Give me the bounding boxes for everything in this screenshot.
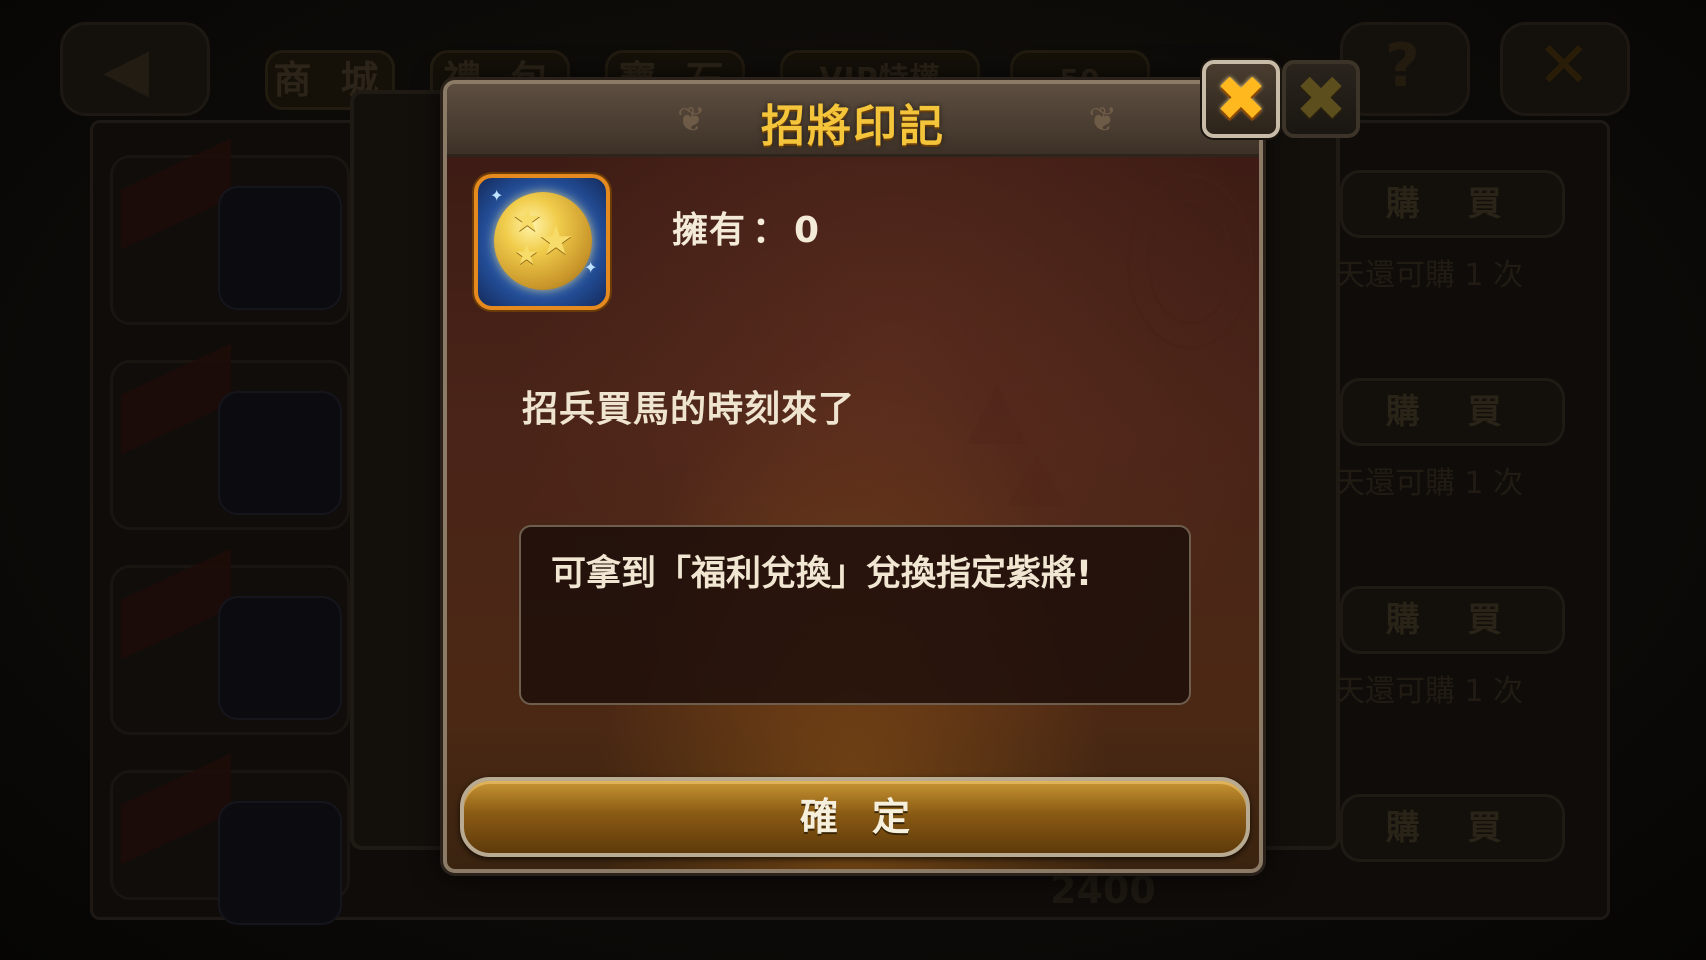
background-buy-button: 購 買	[1340, 378, 1565, 446]
sparkle-icon: ✦	[584, 258, 598, 277]
background-buy-note: 天還可購 1 次	[1335, 258, 1524, 293]
item-icon-frame: ★ ★ ★ ✦ ✦	[474, 174, 610, 310]
star-coin-icon: ★ ★ ★	[494, 192, 592, 290]
info-box: 可拿到「福利兌換」兌換指定紫將!	[519, 525, 1191, 705]
background-back-button: ◀	[60, 22, 210, 116]
background-buy-note: 天還可購 1 次	[1335, 674, 1524, 709]
dialog-title: 招將印記	[761, 101, 945, 152]
owned-label: 擁有	[672, 210, 747, 251]
dimmed-close-button: ✖	[1282, 60, 1360, 138]
compass-rose-decoration	[1147, 199, 1233, 325]
background-buy-button: 購 買	[1340, 170, 1565, 238]
owned-value: 0	[794, 210, 820, 251]
background-buy-button: 購 買	[1340, 586, 1565, 654]
mountain-decoration	[527, 464, 587, 510]
background-item-row	[110, 343, 350, 530]
coin-star-icon: ★	[514, 238, 540, 271]
mountain-decoration	[1007, 454, 1067, 506]
background-item-row	[110, 138, 350, 325]
background-item-row	[110, 753, 350, 925]
sparkle-icon: ✦	[490, 186, 504, 205]
item-info-dialog: ❦ ❦ 招將印記 ★ ★ ★ ✦ ✦ 擁有： 0 招兵買馬的時刻來了 可拿到「福利…	[443, 80, 1263, 873]
owned-count: 擁有： 0	[672, 201, 819, 253]
background-item-row	[110, 548, 350, 735]
coin-star-icon: ★	[538, 218, 574, 264]
confirm-button[interactable]: 確定	[460, 777, 1250, 857]
background-price: 2400	[1050, 868, 1156, 912]
confirm-button-label: 確定	[799, 795, 944, 839]
item-description: 招兵買馬的時刻來了	[522, 389, 856, 430]
background-close-icon: ✕	[1537, 29, 1591, 103]
close-icon: ✖	[1215, 62, 1267, 135]
background-close-button: ✕	[1500, 22, 1630, 116]
background-buy-note: 天還可購 1 次	[1335, 466, 1524, 501]
info-text: 可拿到「福利兌換」兌換指定紫將!	[551, 554, 1092, 594]
mountain-decoration	[967, 384, 1027, 444]
back-arrow-icon: ◀	[103, 35, 150, 105]
close-icon: ✖	[1295, 62, 1347, 135]
owned-separator: ：	[752, 210, 789, 251]
help-icon: ?	[1385, 31, 1420, 101]
dialog-header: ❦ ❦ 招將印記	[447, 84, 1259, 157]
background-buy-button: 購 買	[1340, 794, 1565, 862]
close-button[interactable]: ✖	[1202, 60, 1280, 138]
